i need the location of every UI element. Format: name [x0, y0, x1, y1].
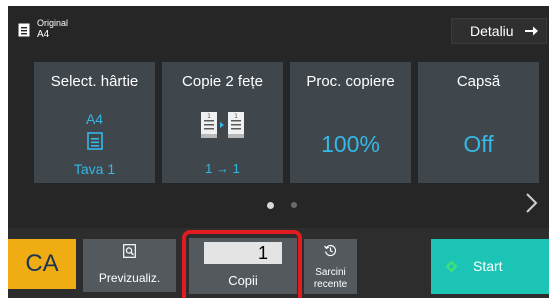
- preview-label: Previzualiz.: [98, 271, 161, 285]
- paper-select-tile[interactable]: Select. hârtie A4 Tava 1: [34, 62, 155, 183]
- start-label: Start: [473, 258, 503, 274]
- original-paper-size: A4: [37, 29, 50, 40]
- duplex-mode-value: 1 → 1: [205, 161, 240, 176]
- paper-tray-value: Tava 1: [73, 161, 116, 177]
- clear-all-button[interactable]: CA: [8, 239, 76, 289]
- duplex-copy-icon: 1 1: [201, 112, 244, 138]
- svg-text:1: 1: [234, 113, 238, 120]
- paper-select-title: Select. hârtie: [50, 73, 139, 90]
- clear-all-label: CA: [25, 250, 59, 277]
- recent-jobs-button[interactable]: Sarcini recente: [304, 239, 357, 294]
- start-button[interactable]: Start: [431, 239, 549, 294]
- recent-jobs-label: Sarcini recente: [304, 267, 357, 291]
- arrow-right-icon: [525, 26, 538, 36]
- preview-button[interactable]: Previzualiz.: [83, 239, 176, 292]
- detail-button[interactable]: Detaliu: [451, 18, 547, 44]
- start-diamond-icon: [445, 260, 458, 273]
- paper-tray-icon: [87, 132, 103, 150]
- copy-ratio-value: 100%: [321, 131, 380, 157]
- copy-screen: Original A4 Detaliu Select. hârtie A4 Ta…: [8, 6, 549, 298]
- history-icon: [324, 244, 337, 257]
- staple-value: Off: [463, 131, 494, 157]
- original-indicator[interactable]: Original A4: [14, 12, 134, 42]
- page-indicator: [267, 202, 297, 210]
- copy-ratio-title: Proc. copiere: [306, 73, 395, 90]
- recent-jobs-label-line2: recente: [313, 279, 348, 290]
- copies-highlight-frame: [182, 230, 302, 298]
- duplex-copy-title: Copie 2 fețe: [182, 73, 263, 90]
- staple-title: Capsă: [456, 73, 501, 90]
- svg-text:1: 1: [207, 113, 211, 120]
- detail-button-label: Detaliu: [470, 23, 514, 39]
- staple-tile[interactable]: Capsă Off: [418, 62, 539, 183]
- page-dot: [291, 202, 297, 208]
- chevron-right-icon[interactable]: [524, 192, 538, 214]
- paper-size-value: A4: [85, 111, 104, 127]
- preview-magnifier-icon: [123, 244, 136, 258]
- duplex-copy-tile[interactable]: Copie 2 fețe 1 1 1 → 1: [162, 62, 283, 183]
- copy-ratio-tile[interactable]: Proc. copiere 100%: [290, 62, 411, 183]
- page-dot-active: [267, 202, 274, 209]
- recent-jobs-label-line1: Sarcini: [315, 267, 346, 278]
- original-label: Original: [37, 18, 69, 28]
- document-icon: [18, 23, 30, 37]
